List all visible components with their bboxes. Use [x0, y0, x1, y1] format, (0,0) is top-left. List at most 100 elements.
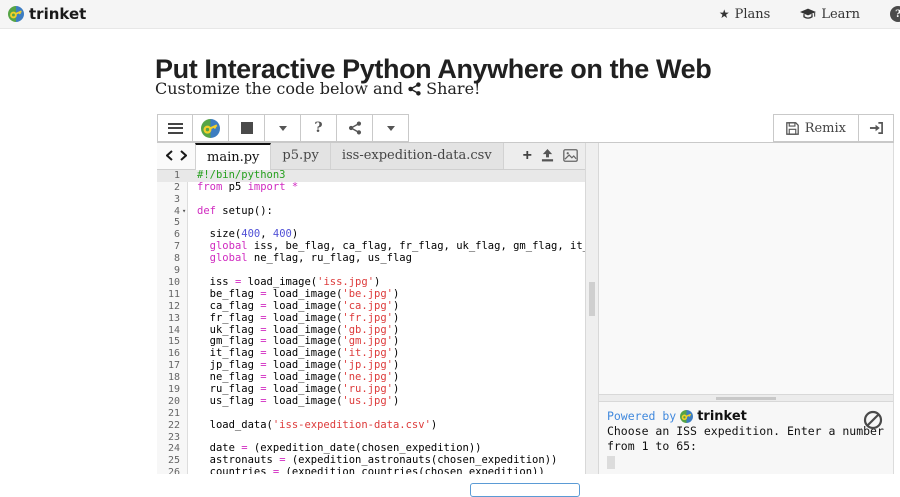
code-line: 15 gm_flag = load_image('gm.jpg'): [157, 336, 585, 348]
line-number: 18: [157, 372, 187, 384]
line-number: 3: [157, 194, 187, 206]
page-subtitle: Customize the code below and Share!: [155, 79, 480, 98]
code-text: [187, 265, 197, 277]
line-number: 10: [157, 277, 187, 289]
widget-body: main.py p5.py iss-expedition-data.csv +: [157, 143, 894, 474]
menu-button[interactable]: [157, 114, 193, 142]
share-options-dropdown[interactable]: [373, 114, 409, 142]
console-input-cursor[interactable]: [607, 456, 615, 469]
trinket-logo[interactable]: trinket: [8, 5, 86, 23]
line-number: 8: [157, 253, 187, 265]
output-console[interactable]: Powered by trinket Choose an ISS expedit…: [599, 402, 893, 474]
code-line: 19 ru_flag = load_image('ru.jpg'): [157, 384, 585, 396]
splitter-grip[interactable]: [589, 282, 595, 316]
code-line: 24 date = (expedition_date(chosen_expedi…: [157, 443, 585, 455]
code-line: 3: [157, 194, 585, 206]
remix-button[interactable]: Remix: [773, 114, 858, 142]
code-text: be_flag = load_image('be.jpg'): [187, 289, 399, 301]
trinket-logo-icon: [8, 6, 24, 22]
tab-scroll-nav[interactable]: [157, 143, 195, 169]
code-line: 21: [157, 408, 585, 420]
line-number: 17: [157, 360, 187, 372]
image-icon[interactable]: [563, 149, 578, 162]
code-text: gm_flag = load_image('gm.jpg'): [187, 336, 399, 348]
chevron-left-icon[interactable]: [166, 150, 173, 161]
code-line: 13 fr_flag = load_image('fr.jpg'): [157, 313, 585, 325]
line-number: 13: [157, 313, 187, 325]
console-output-line: from 1 to 65:: [607, 439, 885, 454]
stop-square-icon: [241, 122, 253, 134]
share-button[interactable]: [337, 114, 373, 142]
code-line: 1#!/bin/python3: [157, 170, 585, 182]
code-line: 25 astronauts = (expedition_astronauts(c…: [157, 455, 585, 467]
fold-arrow-icon[interactable]: ▾: [182, 206, 186, 218]
stop-button[interactable]: [229, 114, 265, 142]
run-options-dropdown[interactable]: [265, 114, 301, 142]
powered-by-brand[interactable]: trinket: [697, 409, 747, 424]
subtitle-share-label[interactable]: Share!: [426, 79, 480, 98]
code-text: ru_flag = load_image('ru.jpg'): [187, 384, 399, 396]
splitter-grip[interactable]: [716, 397, 776, 400]
line-number: 14: [157, 325, 187, 337]
nav-learn[interactable]: Learn: [800, 7, 860, 22]
tab-main-py[interactable]: main.py: [195, 143, 271, 170]
chevron-down-icon: [387, 126, 395, 131]
tabbar-actions: +: [523, 143, 585, 169]
code-line: 5: [157, 217, 585, 229]
nav-plans[interactable]: ★ Plans: [719, 7, 770, 22]
sign-in-button[interactable]: [858, 114, 894, 142]
code-line: 18 ne_flag = load_image('ne.jpg'): [157, 372, 585, 384]
code-line: 26 countries = (expedition_countries(cho…: [157, 467, 585, 474]
chevron-down-icon: [279, 126, 287, 131]
code-text: fr_flag = load_image('fr.jpg'): [187, 313, 399, 325]
run-button[interactable]: [193, 114, 229, 142]
code-line: 10 iss = load_image('iss.jpg'): [157, 277, 585, 289]
horizontal-splitter[interactable]: [599, 394, 893, 402]
line-number: 1: [157, 170, 187, 182]
line-number: 16: [157, 348, 187, 360]
plus-icon[interactable]: +: [523, 148, 532, 164]
output-canvas: [599, 143, 893, 394]
code-line: 6 size(400, 400): [157, 229, 585, 241]
code-text: countries = (expedition_countries(chosen…: [187, 467, 545, 474]
bottom-partial-button[interactable]: [470, 483, 580, 497]
code-rows: 1#!/bin/python32from p5 import *34▾def s…: [157, 170, 585, 474]
sign-in-arrow-icon: [869, 121, 884, 135]
line-number: 7: [157, 241, 187, 253]
tab-iss-expedition-data-csv[interactable]: iss-expedition-data.csv: [331, 143, 504, 169]
code-text: us_flag = load_image('us.jpg'): [187, 396, 399, 408]
help-button[interactable]: ?: [301, 114, 337, 142]
code-text: [187, 408, 197, 420]
code-line: 23: [157, 432, 585, 444]
nav-plans-label: Plans: [735, 7, 771, 22]
code-text: iss = load_image('iss.jpg'): [187, 277, 380, 289]
line-number: 12: [157, 301, 187, 313]
share-icon: [408, 82, 421, 96]
console-output-line: Choose an ISS expedition. Enter a number: [607, 424, 885, 439]
vertical-splitter[interactable]: [585, 143, 599, 474]
code-text: uk_flag = load_image('gb.jpg'): [187, 325, 399, 337]
code-text: [187, 217, 197, 229]
code-line: 22 load_data('iss-expedition-data.csv'): [157, 420, 585, 432]
tab-p5-py[interactable]: p5.py: [271, 143, 330, 169]
code-text: from p5 import *: [187, 182, 298, 194]
code-line: 4▾def setup():: [157, 206, 585, 218]
code-text: [187, 194, 197, 206]
tab-label: main.py: [207, 150, 259, 165]
code-editor[interactable]: 1#!/bin/python32from p5 import *34▾def s…: [157, 170, 585, 474]
star-icon: ★: [719, 7, 730, 21]
code-text: [187, 432, 197, 444]
code-line: 17 jp_flag = load_image('jp.jpg'): [157, 360, 585, 372]
line-number: 19: [157, 384, 187, 396]
code-line: 20 us_flag = load_image('us.jpg'): [157, 396, 585, 408]
cancel-circle-icon[interactable]: [863, 410, 883, 430]
site-header: trinket ★ Plans Learn ?: [0, 0, 900, 29]
editor-pane: main.py p5.py iss-expedition-data.csv +: [157, 143, 585, 474]
tab-label: p5.py: [282, 148, 318, 163]
upload-icon[interactable]: [541, 149, 554, 162]
powered-by-line: Powered by trinket: [607, 408, 885, 424]
trinket-widget: ? Remix: [157, 114, 894, 473]
chevron-right-icon[interactable]: [180, 150, 187, 161]
graduation-cap-icon: [800, 8, 816, 20]
help-circle-icon[interactable]: ?: [890, 6, 900, 22]
